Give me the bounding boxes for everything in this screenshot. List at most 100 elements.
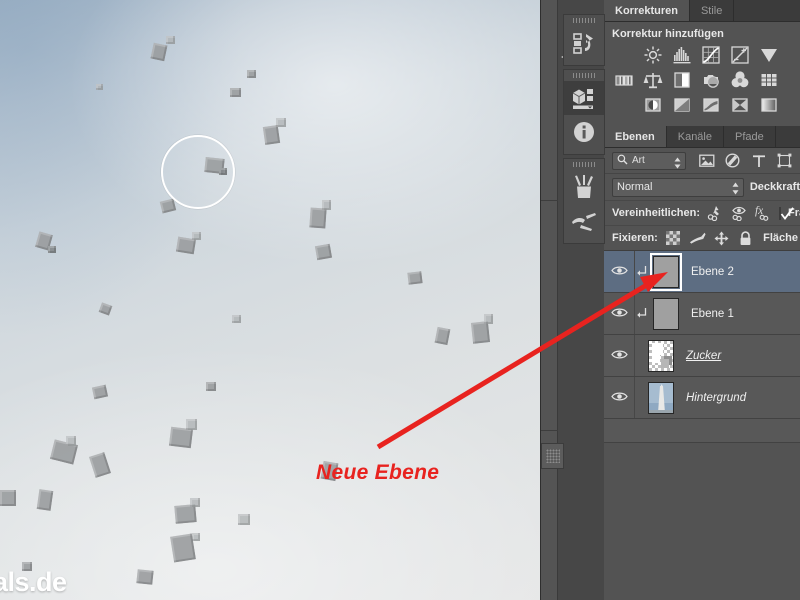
corrections-title: Korrektur hinzufügen: [612, 28, 724, 40]
layer-thumbnail[interactable]: [649, 297, 683, 331]
document-canvas[interactable]: ials.de: [0, 0, 540, 600]
eye-icon: [610, 347, 628, 365]
black-white-icon[interactable]: [671, 69, 693, 91]
updown-arrows-icon[interactable]: [674, 156, 681, 174]
channel-mixer-icon[interactable]: [729, 69, 751, 91]
brushes-icon[interactable]: [564, 170, 604, 204]
sugar-cube: [232, 315, 241, 323]
filter-kind-select[interactable]: Art: [612, 151, 686, 170]
actions-icon[interactable]: [564, 81, 604, 115]
unify-visibility-icon[interactable]: [731, 205, 748, 222]
sugar-cube: [88, 452, 112, 478]
resize-grip-icon[interactable]: [541, 443, 564, 469]
panel-drag-handle[interactable]: [564, 70, 604, 81]
unify-label: Vereinheitlichen:: [612, 207, 701, 219]
gradient-map-icon[interactable]: [729, 94, 751, 116]
tab-ebenen[interactable]: Ebenen: [604, 126, 667, 147]
layers-tabbar[interactable]: Ebenen Kanäle Pfade: [604, 126, 800, 148]
table-row[interactable]: Zucker: [604, 335, 800, 377]
exposure-icon[interactable]: [729, 44, 751, 66]
opacity-label: Deckkraft: [749, 181, 800, 193]
layer-visibility-toggle[interactable]: [604, 377, 635, 418]
lock-all-icon[interactable]: [737, 230, 754, 247]
sugar-cube: [262, 125, 281, 145]
tab-stile[interactable]: Stile: [689, 0, 735, 21]
eye-icon: [610, 389, 628, 407]
table-row[interactable]: Ebene 1: [604, 293, 800, 335]
tab-pfade[interactable]: Pfade: [724, 126, 776, 147]
brightness-contrast-icon[interactable]: [642, 44, 664, 66]
layer-list-empty-area[interactable]: [604, 419, 800, 443]
layer-thumbnail[interactable]: [649, 252, 683, 291]
sugar-cube: [174, 504, 197, 524]
unify-checkbox[interactable]: [779, 206, 794, 220]
filter-pixel-icon[interactable]: [698, 152, 715, 169]
corrections-tabbar[interactable]: Korrekturen Stile: [604, 0, 800, 22]
lock-position-icon[interactable]: [713, 230, 730, 247]
sugar-cube: [166, 36, 175, 44]
layer-name[interactable]: Ebene 2: [691, 266, 734, 278]
filter-shape-icon[interactable]: [776, 152, 793, 169]
history-icon[interactable]: [564, 26, 604, 60]
threshold-icon[interactable]: [700, 94, 722, 116]
sugar-cube: [36, 489, 54, 511]
layer-visibility-toggle[interactable]: [604, 293, 635, 334]
blend-mode-value: Normal: [617, 181, 653, 193]
unify-position-icon[interactable]: [707, 205, 724, 222]
sugar-cube: [434, 326, 451, 346]
blend-mode-select[interactable]: Normal: [612, 177, 744, 200]
layer-visibility-toggle[interactable]: [604, 251, 635, 292]
tab-kanaele[interactable]: Kanäle: [666, 126, 724, 147]
sugar-cube: [314, 243, 333, 261]
layer-thumbnail[interactable]: [644, 381, 678, 415]
layer-visibility-toggle[interactable]: [604, 335, 635, 376]
layers-panel: Art Normal Deckkraft Vereinheitlichen: f…: [604, 148, 800, 443]
eye-icon: [610, 305, 628, 323]
sugar-cube: [150, 42, 168, 62]
lock-label: Fixieren:: [612, 232, 658, 244]
photo-filter-icon[interactable]: [700, 69, 722, 91]
updown-arrows-icon[interactable]: [732, 182, 739, 200]
lock-image-icon[interactable]: [689, 230, 706, 247]
right-panel-dock: Korrekturen Stile Korrektur hinzufügen E…: [604, 0, 800, 600]
tab-korrekturen[interactable]: Korrekturen: [604, 0, 690, 21]
layer-thumbnail[interactable]: [644, 339, 678, 373]
clipping-mask-icon: [635, 307, 649, 320]
levels-icon[interactable]: [671, 44, 693, 66]
brush-presets-icon[interactable]: [564, 204, 604, 238]
curves-icon[interactable]: [700, 44, 722, 66]
collapsed-panel-dock[interactable]: [540, 0, 605, 600]
dock-group-history: [563, 14, 605, 66]
sugar-cube: [309, 207, 327, 229]
filter-text-icon[interactable]: [750, 152, 767, 169]
sugar-cube: [407, 271, 423, 285]
invert-icon[interactable]: [642, 94, 664, 116]
hue-saturation-icon[interactable]: [613, 69, 635, 91]
thumbnail-solid-gray: [650, 252, 682, 291]
lock-transparency-icon[interactable]: [665, 230, 682, 247]
filter-adjustment-icon[interactable]: [724, 152, 741, 169]
layer-name[interactable]: Ebene 1: [691, 308, 734, 320]
color-lookup-icon[interactable]: [758, 69, 780, 91]
table-row[interactable]: Ebene 2: [604, 251, 800, 293]
panel-drag-handle[interactable]: [564, 159, 604, 170]
posterize-icon[interactable]: [671, 94, 693, 116]
sugar-cube: [98, 302, 113, 316]
vibrance-icon[interactable]: [758, 44, 780, 66]
search-icon: [617, 152, 628, 170]
fill-label: Fläche: [763, 232, 798, 244]
dock-group-actions: [563, 69, 605, 155]
panel-drag-handle[interactable]: [564, 15, 604, 26]
color-balance-icon[interactable]: [642, 69, 664, 91]
table-row[interactable]: Hintergrund: [604, 377, 800, 419]
dock-group-brushes: [563, 158, 605, 244]
adjustment-row-2: [604, 69, 800, 91]
layer-name[interactable]: Zucker: [686, 350, 721, 362]
info-icon[interactable]: [564, 115, 604, 149]
sugar-cube: [192, 232, 201, 240]
layer-name[interactable]: Hintergrund: [686, 392, 746, 404]
dock-divider-column[interactable]: [541, 0, 558, 600]
corrections-panel: Korrektur hinzufügen: [604, 22, 800, 126]
selective-color-icon[interactable]: [758, 94, 780, 116]
unify-style-icon[interactable]: fx: [755, 205, 772, 222]
